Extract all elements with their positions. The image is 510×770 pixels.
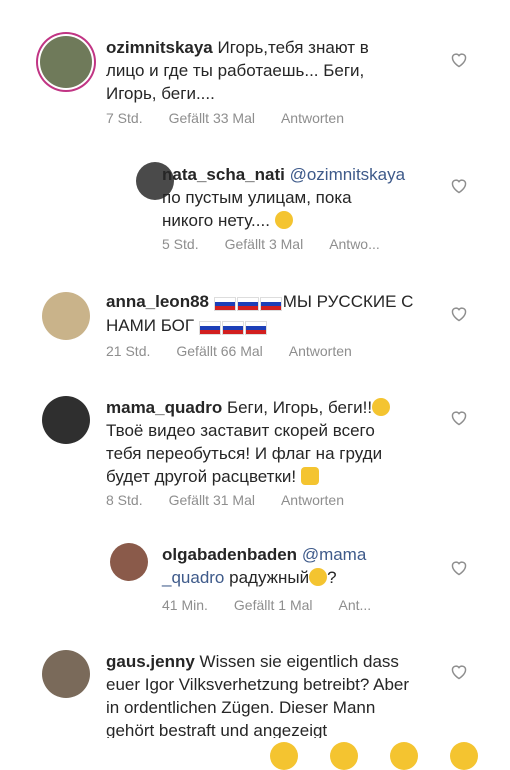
comment-username[interactable]: ozimnitskaya bbox=[106, 38, 213, 57]
comment-body: anna_leon88 МЫ РУССКИЕ С НАМИ БОГ bbox=[106, 290, 436, 338]
comment-text: Игорь, беги.... bbox=[106, 84, 215, 103]
comment-text: Твоё видео заставит скорей всего bbox=[106, 421, 375, 440]
heart-icon[interactable] bbox=[450, 306, 468, 322]
heart-icon[interactable] bbox=[450, 664, 468, 680]
reply-button[interactable]: Antworten bbox=[289, 343, 352, 359]
comment-mention[interactable]: @mama bbox=[302, 545, 367, 564]
comment-username[interactable]: anna_leon88 bbox=[106, 292, 209, 311]
comment-mention[interactable]: @ozimnitskaya bbox=[290, 165, 406, 184]
comment-likes[interactable]: Gefällt 3 Mal bbox=[225, 236, 304, 252]
comment-body: mama_quadro Беги, Игорь, беги!! Твоё вид… bbox=[106, 396, 426, 488]
comment-username[interactable]: nata_scha_nati bbox=[162, 165, 285, 184]
comment-time: 21 Std. bbox=[106, 343, 151, 359]
comment-meta: 21 Std. Gefällt 66 Mal Antworten bbox=[106, 343, 352, 359]
emoji-icon[interactable] bbox=[330, 742, 358, 770]
comment-likes[interactable]: Gefällt 66 Mal bbox=[176, 343, 262, 359]
comment-time: 5 Std. bbox=[162, 236, 199, 252]
reply-button[interactable]: Antworten bbox=[281, 110, 344, 126]
grin-emoji-icon bbox=[274, 211, 293, 229]
avatar[interactable] bbox=[42, 396, 90, 444]
comment-body: ozimnitskaya Игорь,тебя знают в лицо и г… bbox=[106, 36, 406, 105]
reply-button[interactable]: Antwo... bbox=[329, 236, 380, 252]
reply-button[interactable]: Antworten bbox=[281, 492, 344, 508]
comment-text: будет другой расцветки! bbox=[106, 467, 297, 486]
comment-text: никого нету.... bbox=[162, 211, 270, 230]
emoji-icon[interactable] bbox=[270, 742, 298, 770]
avatar[interactable] bbox=[110, 543, 148, 581]
emoji-icon[interactable] bbox=[390, 742, 418, 770]
russian-flag-icons bbox=[213, 291, 283, 314]
comment-likes[interactable]: Gefällt 1 Mal bbox=[234, 597, 313, 613]
comment-meta: 7 Std. Gefällt 33 Mal Antworten bbox=[106, 110, 344, 126]
heart-icon[interactable] bbox=[450, 410, 468, 426]
comment-mention[interactable]: _quadro bbox=[162, 568, 224, 587]
victory-hand-emoji-icon bbox=[300, 467, 319, 485]
comment-text: in ordentlichen Zügen. Dieser Mann bbox=[106, 698, 376, 717]
comment-meta: 41 Min. Gefällt 1 Mal Ant... bbox=[162, 597, 371, 613]
avatar[interactable] bbox=[40, 36, 92, 88]
comment-body: nata_scha_nati @ozimnitskaya по пустым у… bbox=[162, 163, 422, 232]
comment-meta: 8 Std. Gefällt 31 Mal Antworten bbox=[106, 492, 344, 508]
comment-body: olgabadenbaden @mama _quadro радужный? bbox=[162, 543, 422, 589]
reply-button[interactable]: Ant... bbox=[339, 597, 372, 613]
comment-text: Игорь,тебя знают в bbox=[217, 38, 369, 57]
laughing-emoji-icon bbox=[309, 568, 328, 586]
heart-icon[interactable] bbox=[450, 52, 468, 68]
comment-time: 8 Std. bbox=[106, 492, 143, 508]
comment-likes[interactable]: Gefällt 33 Mal bbox=[169, 110, 255, 126]
comment-text: МЫ РУССКИЕ С bbox=[282, 292, 414, 311]
comment-text: euer Igor Vilksverhetzung betreibt? Aber bbox=[106, 675, 410, 694]
comment-time: 41 Min. bbox=[162, 597, 208, 613]
emoji-icon[interactable] bbox=[450, 742, 478, 770]
comment-username[interactable]: olgabadenbaden bbox=[162, 545, 297, 564]
avatar[interactable] bbox=[42, 292, 90, 340]
heart-icon[interactable] bbox=[450, 560, 468, 576]
comment-likes[interactable]: Gefällt 31 Mal bbox=[169, 492, 255, 508]
comment-time: 7 Std. bbox=[106, 110, 143, 126]
comment-text: радужный bbox=[229, 568, 310, 587]
comment-username[interactable]: gaus.jenny bbox=[106, 652, 195, 671]
heart-icon[interactable] bbox=[450, 178, 468, 194]
comment-text: лицо и где ты работаешь... Беги, bbox=[106, 61, 365, 80]
avatar[interactable] bbox=[42, 650, 90, 698]
comment-meta: 5 Std. Gefällt 3 Mal Antwo... bbox=[162, 236, 380, 252]
comment-body: gaus.jenny Wissen sie eigentlich dass eu… bbox=[106, 650, 426, 742]
comment-text: НАМИ БОГ bbox=[106, 316, 195, 336]
russian-flag-icons bbox=[198, 315, 268, 338]
comment-text: по пустым улицам, пока bbox=[162, 188, 352, 207]
comment-text: Wissen sie eigentlich dass bbox=[199, 652, 399, 671]
comment-text: Беги, Игорь, беги!! bbox=[226, 398, 373, 417]
comment-username[interactable]: mama_quadro bbox=[106, 398, 222, 417]
comment-text: ? bbox=[327, 568, 337, 587]
emoji-reaction-bar bbox=[0, 738, 510, 770]
laughing-emoji-icon bbox=[372, 398, 391, 416]
comment-text: тебя переобуться! И флаг на груди bbox=[106, 444, 383, 463]
